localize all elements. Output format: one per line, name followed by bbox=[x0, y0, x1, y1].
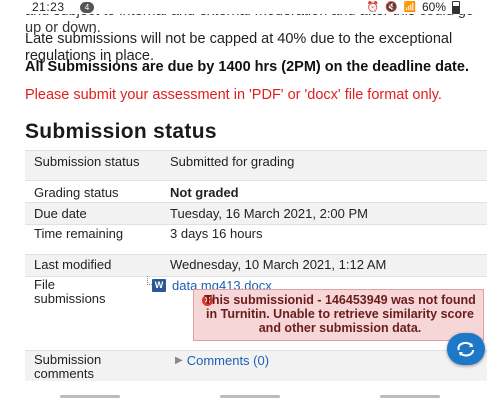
value-grading-status: Not graded bbox=[170, 185, 239, 200]
value-time-remaining: 3 days 16 hours bbox=[170, 226, 263, 241]
nav-recents-indicator[interactable] bbox=[380, 395, 440, 398]
nav-home-indicator[interactable] bbox=[220, 395, 280, 398]
sync-icon bbox=[457, 341, 474, 357]
row-submission-status: Submission status Submitted for grading bbox=[25, 150, 487, 181]
label-last-modified: Last modified bbox=[34, 257, 112, 272]
row-time-remaining: Time remaining 3 days 16 hours bbox=[25, 224, 487, 255]
comments-link[interactable]: Comments (0) bbox=[187, 353, 269, 368]
due-time-notice: All Submissions are due by 1400 hrs (2PM… bbox=[25, 59, 469, 75]
battery-icon bbox=[452, 0, 460, 14]
status-bar: 21:23 4 ⏰ 🔇 📶 60% bbox=[0, 0, 500, 14]
alarm-icon: ⏰ bbox=[366, 1, 380, 13]
row-last-modified: Last modified Wednesday, 10 March 2021, … bbox=[25, 254, 487, 277]
system-nav-bar bbox=[0, 390, 500, 400]
row-grading-status: Grading status Not graded bbox=[25, 180, 487, 203]
notification-badge: 4 bbox=[80, 2, 94, 13]
value-due-date: Tuesday, 16 March 2021, 2:00 PM bbox=[170, 206, 368, 221]
comments-toggle[interactable]: ▶ Comments (0) bbox=[175, 353, 269, 368]
word-document-icon: W bbox=[152, 279, 166, 292]
label-submission-comments: Submission comments bbox=[34, 352, 102, 381]
label-submission-status: Submission status bbox=[34, 154, 140, 169]
error-message: This submissionid - 146453949 was not fo… bbox=[204, 293, 476, 335]
mute-icon: 🔇 bbox=[385, 1, 398, 13]
nav-back-indicator[interactable] bbox=[60, 395, 120, 398]
page-heading: Submission status bbox=[25, 120, 217, 143]
sync-fab-button[interactable] bbox=[447, 333, 485, 365]
format-notice: Please submit your assessment in 'PDF' o… bbox=[25, 87, 442, 103]
caret-right-icon: ▶ bbox=[175, 355, 183, 366]
label-due-date: Due date bbox=[34, 206, 87, 221]
label-file-submissions: File submissions bbox=[34, 277, 106, 306]
status-icons: ⏰ 🔇 📶 60% bbox=[367, 0, 460, 14]
label-grading-status: Grading status bbox=[34, 185, 119, 200]
value-last-modified: Wednesday, 10 March 2021, 1:12 AM bbox=[170, 257, 387, 272]
wifi-icon: 📶 bbox=[403, 1, 416, 13]
value-submission-status: Submitted for grading bbox=[170, 154, 295, 169]
turnitin-error-alert: ✕ This submissionid - 146453949 was not … bbox=[193, 289, 484, 341]
battery-percent: 60% bbox=[421, 0, 446, 14]
row-due-date: Due date Tuesday, 16 March 2021, 2:00 PM bbox=[25, 202, 487, 225]
clock: 21:23 bbox=[32, 0, 65, 14]
label-time-remaining: Time remaining bbox=[34, 226, 124, 241]
